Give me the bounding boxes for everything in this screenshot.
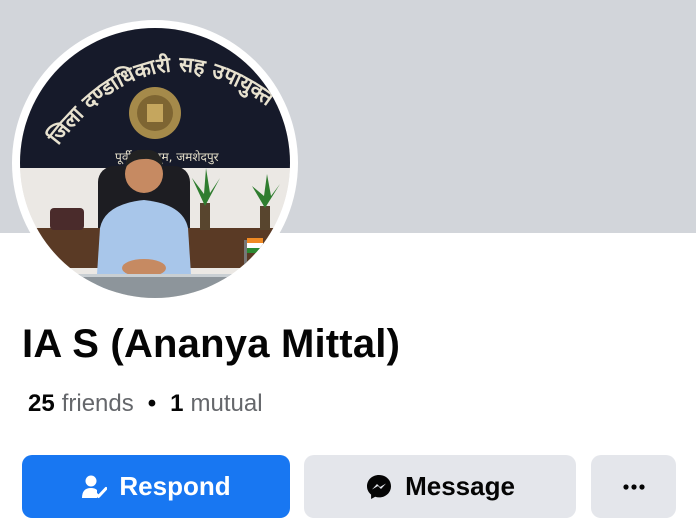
profile-name: IA S (Ananya Mittal) bbox=[22, 322, 401, 366]
friends-summary: 25 friends • 1 mutual bbox=[28, 390, 263, 418]
messenger-icon bbox=[365, 473, 393, 501]
more-dots-icon bbox=[622, 483, 646, 491]
friends-link[interactable]: friends bbox=[62, 390, 134, 418]
profile-photo: जिला दण्डाधिकारी सह उपायुक्त पूर्वी सिंह… bbox=[20, 28, 290, 298]
separator-dot: • bbox=[147, 390, 157, 417]
respond-button[interactable]: Respond bbox=[22, 455, 290, 518]
message-button[interactable]: Message bbox=[304, 455, 576, 518]
mutual-friends-link[interactable]: mutual bbox=[191, 390, 263, 418]
profile-picture[interactable]: जिला दण्डाधिकारी सह उपायुक्त पूर्वी सिंह… bbox=[12, 20, 298, 306]
mutual-count: 1 bbox=[170, 390, 184, 417]
person-check-icon bbox=[81, 474, 108, 500]
respond-label: Respond bbox=[119, 471, 231, 501]
message-label: Message bbox=[405, 471, 515, 501]
friends-count: 25 bbox=[28, 390, 55, 417]
more-options-button[interactable] bbox=[591, 455, 676, 518]
